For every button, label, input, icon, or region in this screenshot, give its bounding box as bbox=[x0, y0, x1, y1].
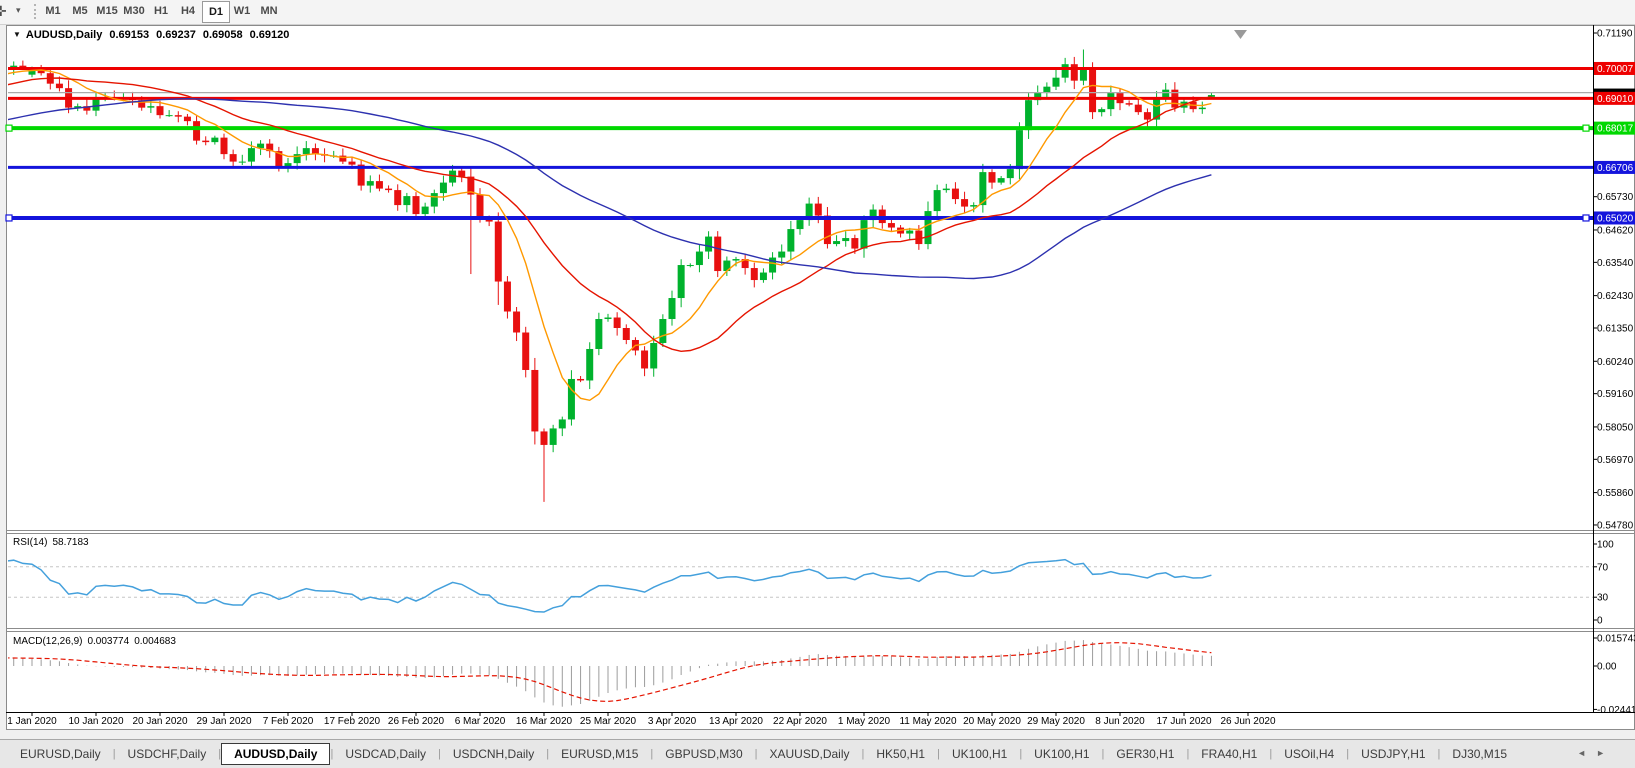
svg-text:0.68017: 0.68017 bbox=[1597, 124, 1634, 135]
svg-text:20 Jan 2020: 20 Jan 2020 bbox=[132, 716, 187, 727]
svg-text:0.61350: 0.61350 bbox=[1597, 324, 1634, 335]
svg-text:-0.024413: -0.024413 bbox=[1597, 705, 1635, 716]
chart-tab-usdchf-daily[interactable]: USDCHF,Daily bbox=[116, 744, 219, 764]
macd-signal-value: 0.004683 bbox=[134, 636, 176, 647]
timeframe-button-M1[interactable]: M1 bbox=[40, 2, 66, 21]
toolbar-grip[interactable] bbox=[34, 4, 36, 19]
timeframe-button-M30[interactable]: M30 bbox=[121, 2, 147, 21]
chart-tab-eurusd-daily[interactable]: EURUSD,Daily bbox=[8, 744, 113, 764]
chart-tab-usdcad-daily[interactable]: USDCAD,Daily bbox=[333, 744, 438, 764]
svg-text:100: 100 bbox=[1597, 540, 1614, 551]
chevron-right-icon[interactable]: ► bbox=[1596, 748, 1605, 758]
rsi-value: 58.7183 bbox=[52, 537, 89, 548]
chart-tab-audusd-daily[interactable]: AUDUSD,Daily bbox=[221, 743, 331, 765]
price-chart-canvas[interactable]: 0.711900.679200.657300.646200.635400.624… bbox=[0, 0, 1635, 767]
ohlc-high: 0.69237 bbox=[156, 29, 196, 41]
svg-text:0.71190: 0.71190 bbox=[1597, 29, 1633, 40]
line-selection-handle[interactable] bbox=[1582, 214, 1590, 222]
timeframe-button-MN[interactable]: MN bbox=[256, 2, 282, 21]
svg-text:0.63540: 0.63540 bbox=[1597, 258, 1634, 269]
timeframe-button-W1[interactable]: W1 bbox=[229, 2, 255, 21]
chart-tab-eurusd-m15[interactable]: EURUSD,M15 bbox=[549, 744, 650, 764]
macd-name: MACD(12,26,9) bbox=[13, 636, 83, 647]
rsi-name: RSI(14) bbox=[13, 537, 48, 548]
svg-text:0.56970: 0.56970 bbox=[1597, 455, 1634, 466]
svg-text:30: 30 bbox=[1597, 593, 1609, 604]
chart-tab-ger30-h1[interactable]: GER30,H1 bbox=[1104, 744, 1186, 764]
svg-text:29 May 2020: 29 May 2020 bbox=[1027, 716, 1085, 727]
rsi-indicator-label: RSI(14) 58.7183 bbox=[13, 537, 94, 548]
timeframe-button-H4[interactable]: H4 bbox=[175, 2, 201, 21]
chart-tab-dj30-m15[interactable]: DJ30,M15 bbox=[1440, 744, 1519, 764]
svg-text:0.70007: 0.70007 bbox=[1597, 64, 1634, 75]
timeframe-button-H1[interactable]: H1 bbox=[148, 2, 174, 21]
svg-text:17 Feb 2020: 17 Feb 2020 bbox=[324, 716, 381, 727]
chart-tab-usdjpy-h1[interactable]: USDJPY,H1 bbox=[1349, 744, 1437, 764]
svg-text:20 May 2020: 20 May 2020 bbox=[963, 716, 1021, 727]
svg-text:26 Jun 2020: 26 Jun 2020 bbox=[1220, 716, 1275, 727]
chevron-left-icon[interactable]: ◄ bbox=[1577, 748, 1586, 758]
macd-indicator-label: MACD(12,26,9) 0.003774 0.004683 bbox=[13, 636, 181, 647]
svg-text:16 Mar 2020: 16 Mar 2020 bbox=[516, 716, 573, 727]
triangle-down-icon[interactable]: ▼ bbox=[13, 30, 21, 39]
line-selection-handle[interactable] bbox=[5, 214, 13, 222]
svg-text:0.65730: 0.65730 bbox=[1597, 192, 1634, 203]
svg-text:0.65020: 0.65020 bbox=[1597, 213, 1634, 224]
svg-text:70: 70 bbox=[1597, 562, 1609, 573]
svg-text:0.59160: 0.59160 bbox=[1597, 389, 1634, 400]
svg-text:0.55860: 0.55860 bbox=[1597, 488, 1634, 499]
top-toolbar: ✛ ▾ M1 M5 M15 M30 H1 H4 D1 W1 MN bbox=[0, 0, 1635, 25]
ohlc-low: 0.69058 bbox=[202, 29, 243, 41]
svg-text:3 Apr 2020: 3 Apr 2020 bbox=[648, 716, 697, 727]
ohlc-close: 0.69120 bbox=[249, 29, 290, 41]
svg-text:1 May 2020: 1 May 2020 bbox=[838, 716, 891, 727]
timeframe-button-D1[interactable]: D1 bbox=[202, 1, 230, 23]
svg-text:0.64620: 0.64620 bbox=[1597, 225, 1634, 236]
svg-text:25 Mar 2020: 25 Mar 2020 bbox=[580, 716, 637, 727]
svg-text:17 Jun 2020: 17 Jun 2020 bbox=[1156, 716, 1211, 727]
chart-symbol-period: AUDUSD,Daily bbox=[25, 29, 103, 41]
svg-text:0.015743: 0.015743 bbox=[1597, 634, 1635, 645]
macd-value: 0.003774 bbox=[87, 636, 130, 647]
chart-tab-uk100-h1[interactable]: UK100,H1 bbox=[940, 744, 1019, 764]
chart-tab-xauusd-daily[interactable]: XAUUSD,Daily bbox=[758, 744, 862, 764]
svg-text:29 Jan 2020: 29 Jan 2020 bbox=[196, 716, 251, 727]
chevron-down-icon[interactable]: ▾ bbox=[16, 5, 21, 16]
svg-text:6 Mar 2020: 6 Mar 2020 bbox=[455, 716, 506, 727]
chart-tab-bar: EURUSD,Daily | USDCHF,Daily | AUDUSD,Daily | U… bbox=[0, 739, 1635, 768]
line-selection-handle[interactable] bbox=[5, 124, 13, 132]
timeframe-button-M5[interactable]: M5 bbox=[67, 2, 93, 21]
chart-tab-usoil-h4[interactable]: USOil,H4 bbox=[1272, 744, 1346, 764]
chart-tab-gbpusd-m30[interactable]: GBPUSD,M30 bbox=[653, 744, 754, 764]
svg-text:0.66706: 0.66706 bbox=[1597, 163, 1634, 174]
svg-text:1 Jan 2020: 1 Jan 2020 bbox=[7, 716, 57, 727]
svg-text:0.60240: 0.60240 bbox=[1597, 357, 1634, 368]
svg-text:0.69010: 0.69010 bbox=[1597, 94, 1634, 105]
crosshair-tool-icon[interactable]: ✛ bbox=[0, 3, 7, 20]
svg-text:13 Apr 2020: 13 Apr 2020 bbox=[709, 716, 763, 727]
chart-ohlc-header: ▼ AUDUSD,Daily 0.69153 0.69237 0.69058 0.6912… bbox=[13, 29, 289, 41]
svg-text:0.58050: 0.58050 bbox=[1597, 422, 1634, 433]
svg-text:8 Jun 2020: 8 Jun 2020 bbox=[1095, 716, 1145, 727]
svg-text:11 May 2020: 11 May 2020 bbox=[899, 716, 957, 727]
svg-text:0.62430: 0.62430 bbox=[1597, 291, 1634, 302]
svg-text:7 Feb 2020: 7 Feb 2020 bbox=[263, 716, 314, 727]
svg-text:0: 0 bbox=[1597, 616, 1603, 627]
chart-tab-fra40-h1[interactable]: FRA40,H1 bbox=[1189, 744, 1269, 764]
chart-tab-usdcnh-daily[interactable]: USDCNH,Daily bbox=[441, 744, 546, 764]
timeframe-button-M15[interactable]: M15 bbox=[94, 2, 120, 21]
chart-tab-uk100-h1[interactable]: UK100,H1 bbox=[1022, 744, 1101, 764]
svg-text:0.00: 0.00 bbox=[1597, 662, 1617, 673]
chart-tab-hk50-h1[interactable]: HK50,H1 bbox=[864, 744, 937, 764]
svg-text:0.54780: 0.54780 bbox=[1597, 520, 1634, 531]
ohlc-open: 0.69153 bbox=[109, 29, 150, 41]
line-selection-handle[interactable] bbox=[1582, 124, 1590, 132]
svg-text:26 Feb 2020: 26 Feb 2020 bbox=[388, 716, 445, 727]
svg-text:10 Jan 2020: 10 Jan 2020 bbox=[68, 716, 123, 727]
svg-text:22 Apr 2020: 22 Apr 2020 bbox=[773, 716, 827, 727]
